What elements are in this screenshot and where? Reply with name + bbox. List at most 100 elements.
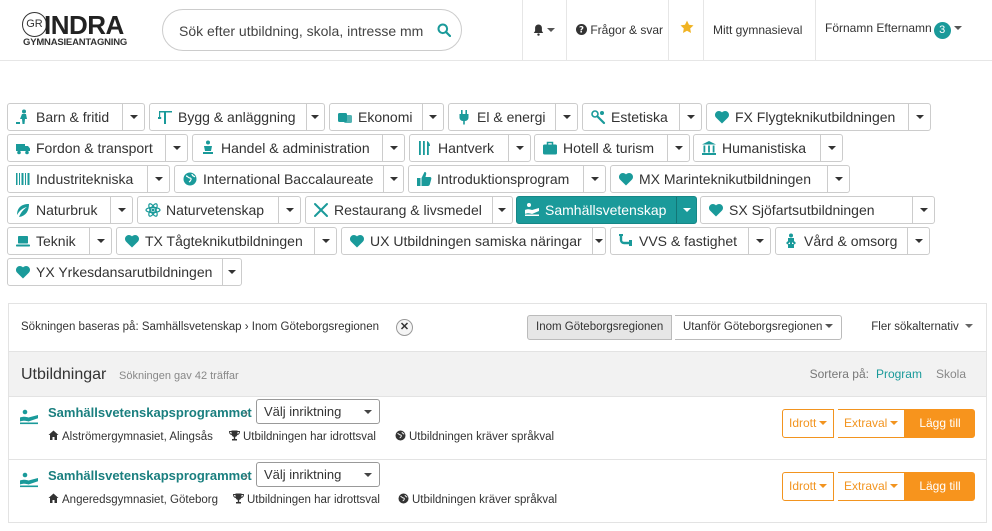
category-dropdown-toggle[interactable] [305, 104, 324, 130]
faq-link[interactable]: ? Frågor & svar [576, 22, 663, 38]
search-input[interactable] [179, 20, 429, 42]
category-button[interactable]: Fordon & transport [7, 134, 188, 162]
category-button[interactable]: Samhällsvetenskap [516, 196, 697, 224]
category-dropdown-toggle[interactable] [748, 228, 770, 254]
category-dropdown-toggle[interactable] [679, 104, 701, 130]
category-button[interactable]: Hantverk [409, 134, 531, 162]
category-select[interactable]: Introduktionsprogram [409, 166, 583, 192]
category-select[interactable]: El & energi [449, 104, 555, 130]
category-dropdown-toggle[interactable] [667, 135, 689, 161]
category-select[interactable]: Industritekniska [8, 166, 147, 192]
category-select[interactable]: Estetiska [583, 104, 679, 130]
category-select[interactable]: Vård & omsorg [776, 228, 907, 254]
outside-region-dropdown[interactable]: Utanför Göteborgsregionen [675, 315, 843, 340]
category-dropdown-toggle[interactable] [422, 104, 443, 130]
add-button[interactable]: Lägg till [905, 472, 975, 501]
program-link[interactable]: Samhällsvetenskapsprogrammet [48, 468, 252, 483]
category-dropdown-toggle[interactable] [382, 135, 404, 161]
category-dropdown-toggle[interactable] [491, 197, 512, 223]
category-dropdown-toggle[interactable] [122, 104, 144, 130]
category-button[interactable]: Introduktionsprogram [408, 165, 606, 193]
category-dropdown-toggle[interactable] [222, 259, 241, 285]
category-dropdown-toggle[interactable] [820, 135, 842, 161]
category-dropdown-toggle[interactable] [676, 197, 696, 223]
extraval-dropdown[interactable]: Extraval [838, 409, 906, 438]
indra-logo[interactable]: GR INDRA GYMNASIEANTAGNING [22, 10, 137, 49]
category-button[interactable]: Handel & administration [192, 134, 405, 162]
category-button[interactable]: VVS & fastighet [610, 227, 771, 255]
category-button[interactable]: SX Sjöfartsutbildningen [700, 196, 935, 224]
category-select[interactable]: Ekonomi [330, 104, 422, 130]
inriktning-select[interactable]: Välj inriktning [256, 462, 380, 487]
category-dropdown-toggle[interactable] [912, 197, 934, 223]
category-button[interactable]: Restaurang & livsmedel [305, 196, 513, 224]
category-button[interactable]: FX Flygteknikutbildningen [706, 103, 931, 131]
category-dropdown-toggle[interactable] [907, 228, 929, 254]
category-select[interactable]: Samhällsvetenskap [517, 197, 676, 223]
add-button[interactable]: Lägg till [905, 409, 975, 438]
category-button[interactable]: YX Yrkesdansarutbildningen [7, 258, 242, 286]
category-select[interactable]: Teknik [8, 228, 89, 254]
category-dropdown-toggle[interactable] [110, 197, 132, 223]
category-select[interactable]: Handel & administration [193, 135, 382, 161]
category-button[interactable]: Bygg & anläggning [149, 103, 325, 131]
category-select[interactable]: VVS & fastighet [611, 228, 748, 254]
category-button[interactable]: UX Utbildningen samiska näringar [341, 227, 606, 255]
category-dropdown-toggle[interactable] [278, 197, 300, 223]
category-dropdown-toggle[interactable] [591, 228, 605, 254]
more-search-options[interactable]: Fler sökalternativ [871, 321, 973, 333]
category-dropdown-toggle[interactable] [583, 166, 605, 192]
category-select[interactable]: Hotell & turism [535, 135, 667, 161]
category-select[interactable]: Barn & fritid [8, 104, 122, 130]
category-button[interactable]: International Baccalaureate [174, 165, 404, 193]
category-select[interactable]: Restaurang & livsmedel [306, 197, 492, 223]
category-select[interactable]: Bygg & anläggning [150, 104, 306, 130]
clear-filter-icon[interactable]: ✕ [396, 319, 413, 336]
category-select[interactable]: UX Utbildningen samiska näringar [342, 228, 592, 254]
category-button[interactable]: Vård & omsorg [775, 227, 930, 255]
inside-region-toggle[interactable]: Inom Göteborgsregionen [527, 315, 673, 340]
category-select[interactable]: Fordon & transport [8, 135, 165, 161]
idrott-dropdown[interactable]: Idrott [782, 409, 835, 438]
category-button[interactable]: Barn & fritid [7, 103, 145, 131]
program-link[interactable]: Samhällsvetenskapsprogrammet [48, 405, 252, 420]
category-dropdown-toggle[interactable] [827, 166, 849, 192]
category-dropdown-toggle[interactable] [165, 135, 187, 161]
category-select[interactable]: Naturvetenskap [138, 197, 278, 223]
category-button[interactable]: Naturvetenskap [137, 196, 301, 224]
category-button[interactable]: MX Marinteknikutbildningen [610, 165, 850, 193]
category-button[interactable]: Hotell & turism [534, 134, 690, 162]
category-select[interactable]: International Baccalaureate [175, 166, 383, 192]
idrott-dropdown[interactable]: Idrott [782, 472, 835, 501]
user-menu[interactable]: Förnamn Efternamn 3 [825, 20, 962, 39]
category-dropdown-toggle[interactable] [147, 166, 169, 192]
category-dropdown-toggle[interactable] [508, 135, 530, 161]
category-dropdown-toggle[interactable] [383, 166, 403, 192]
category-button[interactable]: Humanistiska [693, 134, 843, 162]
sort-by-program[interactable]: Program [876, 367, 922, 381]
category-select[interactable]: Humanistiska [694, 135, 820, 161]
category-button[interactable]: TX Tågteknikutbildningen [116, 227, 337, 255]
category-dropdown-toggle[interactable] [89, 228, 111, 254]
category-button[interactable]: Industritekniska [7, 165, 170, 193]
category-button[interactable]: Estetiska [582, 103, 702, 131]
favorites-button[interactable] [680, 20, 694, 36]
category-dropdown-toggle[interactable] [908, 104, 930, 130]
category-button[interactable]: El & energi [448, 103, 578, 131]
category-dropdown-toggle[interactable] [314, 228, 336, 254]
sort-by-school[interactable]: Skola [936, 367, 966, 381]
category-dropdown-toggle[interactable] [555, 104, 577, 130]
category-button[interactable]: Ekonomi [329, 103, 444, 131]
category-select[interactable]: SX Sjöfartsutbildningen [701, 197, 912, 223]
mitt-gymnasieval-link[interactable]: Mitt gymnasieval [713, 22, 802, 38]
search-icon[interactable] [437, 23, 451, 37]
category-select[interactable]: Naturbruk [8, 197, 110, 223]
category-select[interactable]: MX Marinteknikutbildningen [611, 166, 827, 192]
category-button[interactable]: Naturbruk [7, 196, 133, 224]
category-select[interactable]: YX Yrkesdansarutbildningen [8, 259, 222, 285]
notifications-button[interactable] [533, 22, 555, 38]
inriktning-select[interactable]: Välj inriktning [256, 399, 380, 424]
category-select[interactable]: Hantverk [410, 135, 508, 161]
category-select[interactable]: FX Flygteknikutbildningen [707, 104, 908, 130]
category-select[interactable]: TX Tågteknikutbildningen [117, 228, 314, 254]
